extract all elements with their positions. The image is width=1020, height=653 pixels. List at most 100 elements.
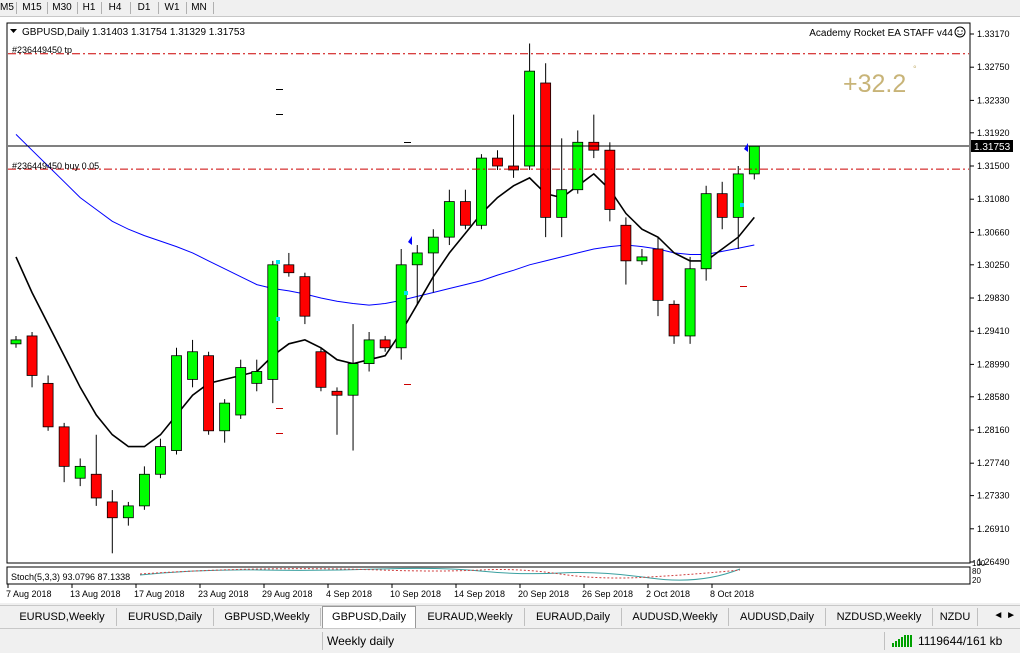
tab-eurusd-daily[interactable]: EURUSD,Daily [117, 608, 214, 626]
candle-bull [427, 236, 439, 254]
candle-bull [684, 268, 696, 337]
price-tick-label: 1.31500 [977, 161, 1010, 171]
candle-bear [716, 193, 728, 218]
timeframe-h1[interactable]: H1 [80, 1, 98, 15]
price-chart[interactable]: 1.33170 1.32750 1.32330 1.31920 1.31500 1.310… [0, 17, 1020, 603]
chart-header: GBPUSD,Daily 1.31403 1.31754 1.31329 1.3… [22, 27, 245, 38]
timeframe-toolbar: M5 M15 M30 H1 H4 D1 W1 MN [0, 0, 1020, 17]
timeframe-mn[interactable]: MN [189, 1, 209, 15]
price-tick-label: 1.28990 [977, 359, 1010, 369]
timeframe-d1[interactable]: D1 [135, 1, 153, 15]
status-bar: Weekly daily 1119644/161 kb [0, 628, 1020, 653]
candle-bull [476, 157, 487, 226]
candle-bull [235, 367, 247, 416]
price-tick-label: 1.29830 [977, 293, 1010, 303]
timeframe-w1[interactable]: W1 [163, 1, 181, 15]
price-tick-label: 1.27740 [977, 458, 1010, 468]
candle-bull [251, 371, 263, 384]
tab-euraud-daily[interactable]: EURAUD,Daily [525, 608, 622, 626]
candle-bull [347, 363, 359, 396]
date-tick-label: 17 Aug 2018 [134, 589, 185, 599]
date-tick-label: 14 Sep 2018 [454, 589, 505, 599]
price-tick-label: 1.27330 [977, 491, 1010, 501]
candle-bear [620, 224, 632, 262]
price-tick-label: 1.30660 [977, 227, 1010, 237]
current-price-label: 1.31753 [974, 142, 1011, 153]
candle-bear [315, 351, 327, 388]
tab-nzdu[interactable]: NZDU [933, 608, 978, 626]
candle-bear [652, 248, 664, 301]
candle-bull [219, 402, 231, 432]
connection-bars-icon [892, 635, 912, 647]
price-axis: 1.33170 1.32750 1.32330 1.31920 1.31500 1.310… [970, 29, 1010, 567]
timeframe-m30[interactable]: M30 [50, 1, 74, 15]
price-tick-label: 1.32750 [977, 62, 1010, 72]
candle-bear [540, 82, 552, 218]
timeframe-m15[interactable]: M15 [20, 1, 44, 15]
candle-bear [42, 382, 54, 428]
candle-bull [395, 264, 407, 349]
price-tick-label: 1.29410 [977, 326, 1010, 336]
date-tick-label: 7 Aug 2018 [6, 589, 52, 599]
tab-gbpusd-weekly[interactable]: GBPUSD,Weekly [214, 608, 321, 626]
timeframe-h4[interactable]: H4 [106, 1, 124, 15]
main-plot-frame [6, 22, 971, 564]
date-tick-label: 26 Sep 2018 [582, 589, 633, 599]
candle-bear [379, 339, 391, 349]
tab-euraud-weekly[interactable]: EURAUD,Weekly [416, 608, 525, 626]
candle-bear [90, 473, 102, 499]
date-tick-label: 29 Aug 2018 [262, 589, 313, 599]
price-tick-label: 1.32330 [977, 95, 1010, 105]
profile-name: Weekly daily [322, 632, 467, 650]
order-tick [404, 384, 411, 385]
order-tick [276, 89, 283, 90]
chart-window[interactable]: 1.33170 1.32750 1.32330 1.31920 1.31500 1.310… [0, 17, 1020, 603]
candle-bear [106, 501, 118, 519]
candle-bear [492, 157, 503, 167]
tab-audusd-daily[interactable]: AUDUSD,Daily [729, 608, 826, 626]
order-tick [740, 286, 747, 287]
tab-eurusd-weekly[interactable]: EURUSD,Weekly [8, 608, 117, 626]
candle-bull [138, 473, 150, 507]
signal-dot [740, 203, 744, 207]
candle-bear [283, 264, 295, 274]
candle-bull [171, 355, 182, 451]
candle-bear [299, 276, 311, 317]
candle-bull [122, 505, 134, 519]
tp-label: #236449450 tp [12, 45, 72, 55]
price-tick-label: 1.30250 [977, 260, 1010, 270]
candle-bear [668, 303, 680, 337]
candle-bear [331, 390, 343, 396]
timeframe-m5[interactable]: M5 [0, 1, 14, 15]
tab-nzdusd-weekly[interactable]: NZDUSD,Weekly [826, 608, 933, 626]
order-tick [276, 408, 283, 409]
date-tick-label: 2 Oct 2018 [646, 589, 690, 599]
price-tick-label: 1.28160 [977, 425, 1010, 435]
price-tick-label: 1.26910 [977, 524, 1010, 534]
candle-bull [556, 189, 568, 218]
signal-dot [404, 291, 408, 295]
candle-bear [459, 201, 471, 226]
price-tick-label: 1.31080 [977, 194, 1010, 204]
candle-bull [363, 339, 375, 365]
tab-audusd-weekly[interactable]: AUDUSD,Weekly [622, 608, 729, 626]
candle-bull [443, 201, 455, 238]
candle-bear [604, 149, 616, 210]
stoch-scale-20: 20 [972, 576, 981, 585]
order-tick [404, 142, 411, 143]
candle-bull [155, 446, 166, 475]
order-tick [276, 114, 283, 115]
tab-gbpusd-daily[interactable]: GBPUSD,Daily [322, 606, 416, 628]
signal-dot [276, 260, 280, 264]
chart-tabs: EURUSD,Weekly EURUSD,Daily GBPUSD,Weekly… [0, 605, 1020, 628]
candle-bull [700, 193, 712, 270]
buy-label: #236449450 buy 0.05 [12, 161, 99, 171]
ea-label: Academy Rocket EA STAFF v44 [809, 28, 953, 39]
svg-text:°: ° [913, 64, 917, 74]
date-axis: 7 Aug 2018 13 Aug 2018 17 Aug 2018 23 Aug 2… [6, 584, 754, 599]
candle-bull [411, 252, 423, 266]
profit-label: +32.2 [843, 70, 906, 98]
date-tick-label: 23 Aug 2018 [198, 589, 249, 599]
tab-scroll-arrows[interactable]: ◄ ► [993, 610, 1016, 621]
candle-bear [26, 335, 38, 376]
